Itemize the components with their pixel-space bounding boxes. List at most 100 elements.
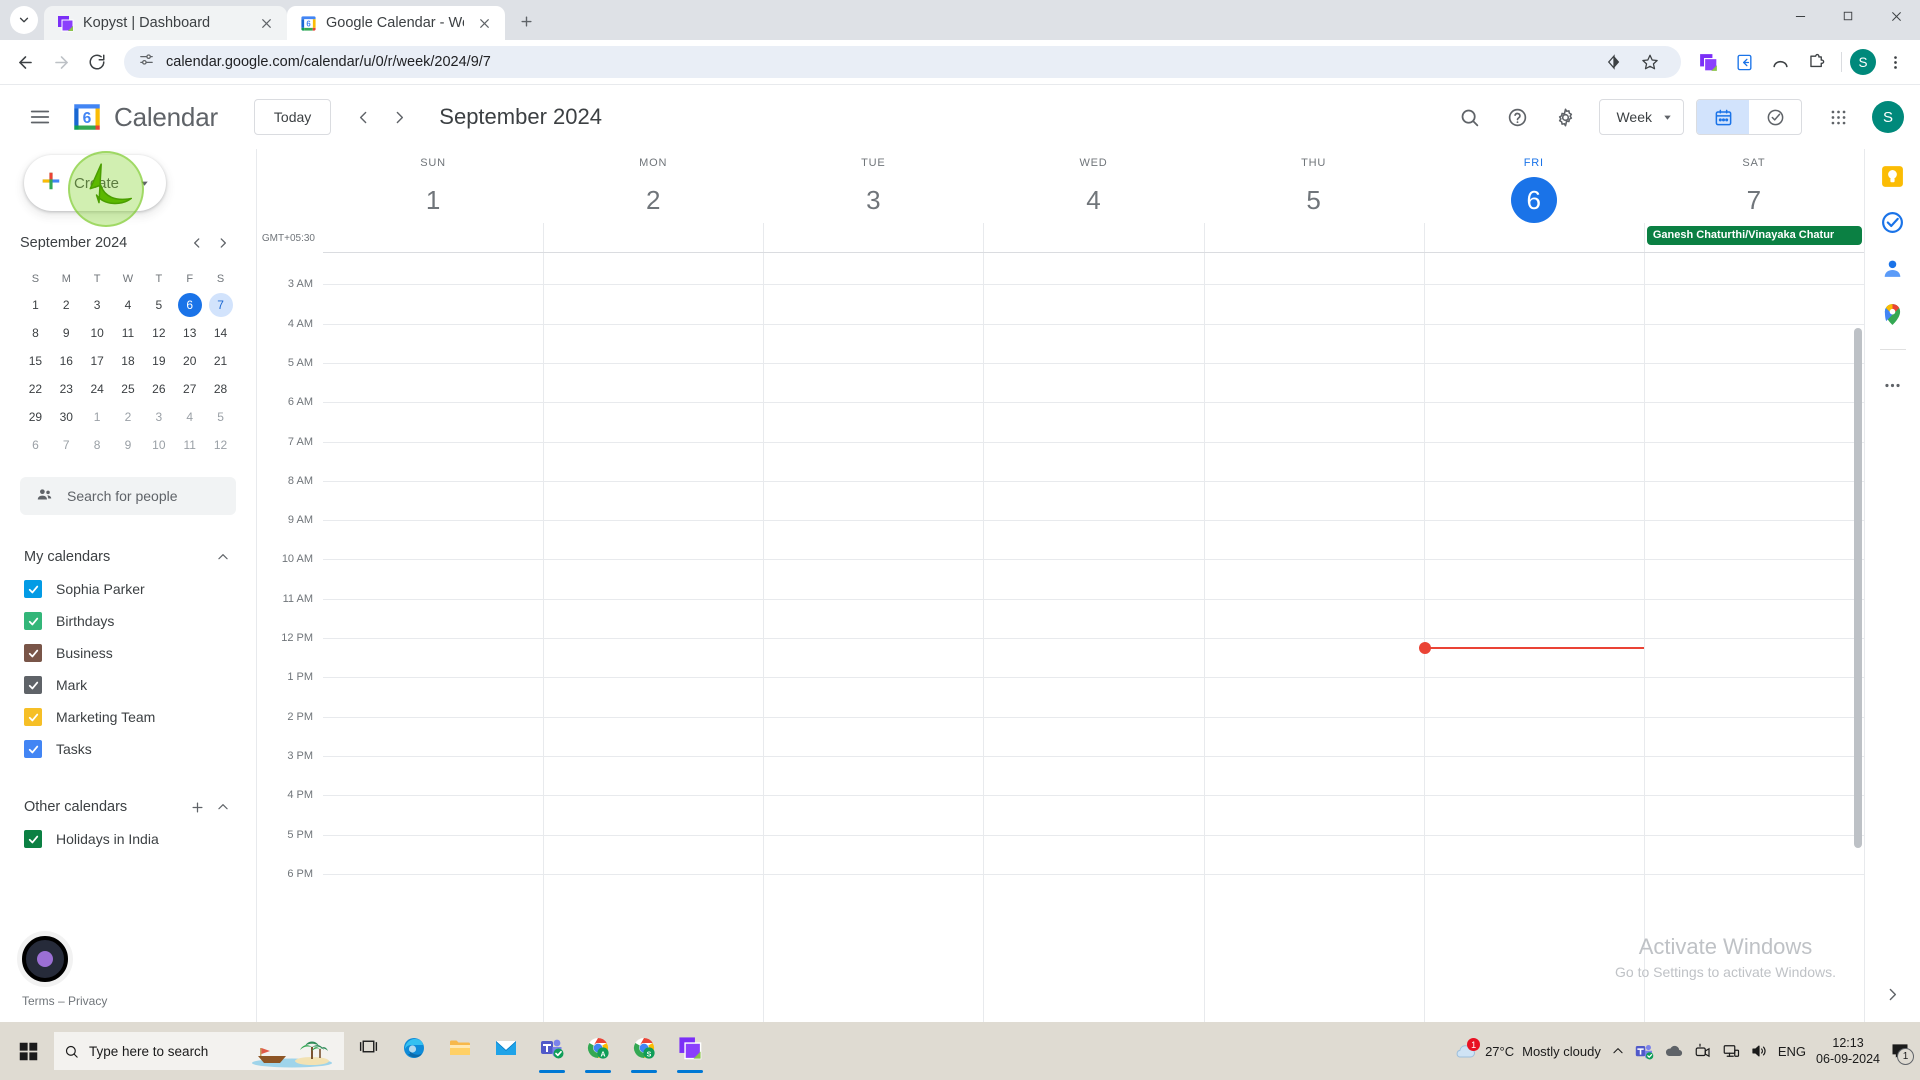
tab-search-button[interactable] <box>10 6 38 34</box>
profile-avatar[interactable]: S <box>1850 49 1876 75</box>
weather-widget[interactable]: 1 27°C Mostly cloudy <box>1453 1038 1601 1061</box>
taskbar-mail[interactable] <box>484 1027 528 1075</box>
create-button[interactable]: Create <box>24 155 166 211</box>
mini-calendar-day[interactable]: 4 <box>113 291 144 319</box>
mini-calendar-day[interactable]: 2 <box>113 403 144 431</box>
day-header-number[interactable]: 2 <box>543 177 763 223</box>
all-day-cell[interactable] <box>763 223 983 252</box>
notifications-button[interactable]: 1 <box>1890 1041 1914 1065</box>
mini-calendar-day[interactable]: 20 <box>174 347 205 375</box>
search-icon[interactable] <box>1447 95 1491 139</box>
bookmark-star-icon[interactable] <box>1633 45 1667 79</box>
day-column-wed[interactable] <box>983 253 1204 1022</box>
day-header-sun[interactable]: SUN 1 <box>323 149 543 223</box>
volume-icon[interactable] <box>1750 1042 1768 1060</box>
google-maps-icon[interactable] <box>1880 301 1906 327</box>
reading-mode-extension-icon[interactable] <box>1727 45 1761 79</box>
mini-calendar-day[interactable]: 8 <box>82 431 113 459</box>
gear-icon[interactable] <box>1543 95 1587 139</box>
calendar-checkbox[interactable] <box>24 676 42 694</box>
google-contacts-icon[interactable] <box>1880 255 1906 281</box>
back-icon[interactable] <box>8 45 42 79</box>
mini-calendar-day[interactable]: 11 <box>174 431 205 459</box>
day-column-tue[interactable] <box>763 253 984 1022</box>
my-calendar-item[interactable]: Mark <box>24 669 236 701</box>
mini-calendar-day[interactable]: 15 <box>20 347 51 375</box>
mini-calendar-day[interactable]: 28 <box>205 375 236 403</box>
google-keep-icon[interactable] <box>1880 163 1906 189</box>
minimize-button[interactable] <box>1776 0 1824 32</box>
more-addons-icon[interactable] <box>1880 372 1906 398</box>
day-header-wed[interactable]: WED 4 <box>983 149 1203 223</box>
calendar-checkbox[interactable] <box>24 612 42 630</box>
new-tab-button[interactable] <box>511 6 541 36</box>
all-day-cell[interactable] <box>983 223 1203 252</box>
google-tasks-icon[interactable] <box>1880 209 1906 235</box>
view-selector[interactable]: Week <box>1599 99 1684 135</box>
tray-microsoft-teams-icon[interactable] <box>1635 1042 1654 1061</box>
mini-calendar-day[interactable]: 2 <box>51 291 82 319</box>
other-calendars-header[interactable]: Other calendars <box>24 791 236 823</box>
site-settings-icon[interactable] <box>138 51 155 73</box>
mini-calendar-day[interactable]: 10 <box>143 431 174 459</box>
calendar-checkbox[interactable] <box>24 740 42 758</box>
close-window-button[interactable] <box>1872 0 1920 32</box>
taskbar-microsoft-edge[interactable] <box>392 1027 436 1075</box>
day-column-mon[interactable] <box>543 253 764 1022</box>
day-header-sat[interactable]: SAT 7 <box>1644 149 1864 223</box>
my-calendar-item[interactable]: Business <box>24 637 236 669</box>
mini-calendar-day[interactable]: 25 <box>113 375 144 403</box>
browser-tab-kopyst[interactable]: Kopyst | Dashboard <box>44 6 287 40</box>
mini-calendar-day[interactable]: 7 <box>51 431 82 459</box>
mini-calendar-day[interactable]: 16 <box>51 347 82 375</box>
calendar-view-toggle[interactable] <box>1697 100 1749 134</box>
tasks-view-toggle[interactable] <box>1749 100 1801 134</box>
calendar-checkbox[interactable] <box>24 580 42 598</box>
day-column-thu[interactable] <box>1203 253 1424 1022</box>
calendar-checkbox[interactable] <box>24 830 42 848</box>
screen-recorder-widget[interactable] <box>22 936 68 982</box>
mini-calendar-day[interactable]: 10 <box>82 319 113 347</box>
forward-icon[interactable] <box>44 45 78 79</box>
mini-calendar-day[interactable]: 14 <box>205 319 236 347</box>
day-column-sun[interactable] <box>323 253 544 1022</box>
browser-menu-icon[interactable] <box>1878 45 1912 79</box>
taskbar-kopyst[interactable] <box>668 1027 712 1075</box>
calendar-checkbox[interactable] <box>24 644 42 662</box>
mini-calendar-day[interactable]: 3 <box>82 291 113 319</box>
mini-calendar-day[interactable]: 5 <box>143 291 174 319</box>
mini-calendar-day[interactable]: 22 <box>20 375 51 403</box>
day-header-number[interactable]: 7 <box>1644 177 1864 223</box>
mini-calendar-day[interactable]: 23 <box>51 375 82 403</box>
day-header-thu[interactable]: THU 5 <box>1204 149 1424 223</box>
onedrive-icon[interactable] <box>1664 1043 1684 1059</box>
next-week-icon[interactable] <box>381 99 417 135</box>
mini-calendar-day[interactable]: 9 <box>51 319 82 347</box>
my-calendar-item[interactable]: Tasks <box>24 733 236 765</box>
mini-calendar-day[interactable]: 7 <box>205 291 236 319</box>
previous-week-icon[interactable] <box>345 99 381 135</box>
mini-calendar-day[interactable]: 8 <box>20 319 51 347</box>
all-day-cell[interactable] <box>543 223 763 252</box>
mini-next-month-icon[interactable] <box>210 230 236 256</box>
show-hidden-icons-chevron-up-icon[interactable] <box>1611 1044 1625 1058</box>
reload-icon[interactable] <box>80 45 114 79</box>
mini-calendar-day[interactable]: 6 <box>174 291 205 319</box>
calendar-logo[interactable]: 6 Calendar <box>70 100 218 134</box>
taskbar-search-box[interactable]: Type here to search <box>54 1032 344 1070</box>
add-other-calendar-icon[interactable] <box>184 794 210 820</box>
day-header-number[interactable]: 1 <box>323 177 543 223</box>
taskbar-google-chrome-a[interactable]: A <box>576 1027 620 1075</box>
mini-calendar-day[interactable]: 3 <box>143 403 174 431</box>
my-calendar-item[interactable]: Birthdays <box>24 605 236 637</box>
all-day-cell[interactable]: Ganesh Chaturthi/Vinayaka Chatur <box>1643 223 1864 252</box>
mini-calendar-day[interactable]: 26 <box>143 375 174 403</box>
terms-privacy-link[interactable]: Terms – Privacy <box>22 994 256 1008</box>
day-header-number[interactable]: 5 <box>1204 177 1424 223</box>
mini-calendar-day[interactable]: 1 <box>20 291 51 319</box>
search-for-people-input[interactable]: Search for people <box>20 477 236 515</box>
address-bar[interactable]: calendar.google.com/calendar/u/0/r/week/… <box>124 46 1681 78</box>
close-icon[interactable] <box>255 12 277 34</box>
other-calendar-item[interactable]: Holidays in India <box>24 823 236 855</box>
taskbar-microsoft-teams[interactable] <box>530 1027 574 1075</box>
